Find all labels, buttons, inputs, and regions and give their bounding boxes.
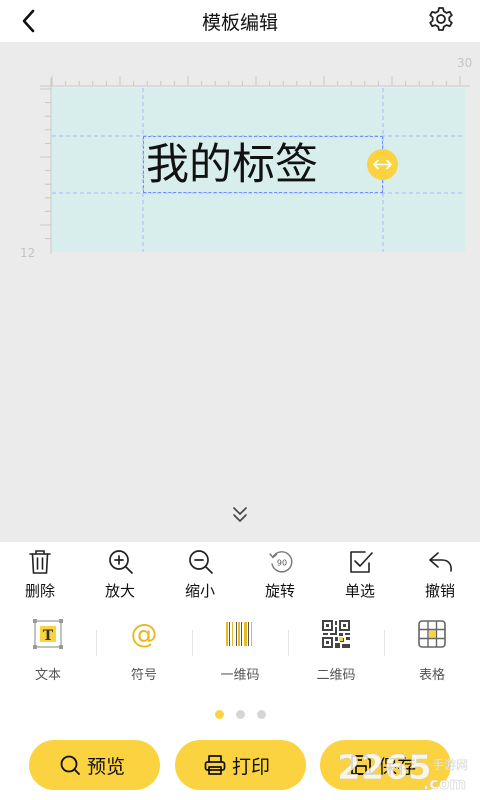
page-dot[interactable] [236, 710, 245, 719]
svg-text:@: @ [131, 619, 158, 649]
delete-label: 删除 [24, 582, 55, 600]
watermark-suffix: .com [423, 774, 466, 793]
symbol-label: 符号 [130, 668, 157, 683]
zoom-in-button[interactable]: 放大 [80, 545, 160, 603]
double-chevron-down-icon [233, 507, 247, 522]
table-icon [418, 620, 446, 648]
gear-icon [429, 7, 453, 31]
page-dot[interactable] [215, 710, 224, 719]
preview-label: 预览 [87, 756, 126, 778]
printer-icon [204, 755, 226, 775]
barcode-label: 一维码 [220, 668, 260, 683]
rotate-badge: 90 [277, 559, 287, 568]
collapse-button[interactable] [228, 504, 252, 526]
text-label: 文本 [34, 668, 61, 683]
print-button[interactable]: 打印 [175, 740, 306, 790]
text-icon: T [33, 619, 63, 649]
rotate-label: 旋转 [264, 582, 295, 600]
editor-canvas[interactable]: 30 12 我的标签 [0, 42, 480, 542]
print-label: 打印 [232, 756, 271, 778]
tools-toolbar: 删除 放大 缩小 90 旋转 单选 撤销 [0, 545, 480, 603]
page-indicator [0, 710, 480, 722]
table-label: 表格 [418, 668, 445, 683]
preview-icon [60, 755, 80, 775]
settings-button[interactable] [425, 3, 457, 35]
single-select-button[interactable]: 单选 [320, 545, 400, 603]
add-symbol-button[interactable]: @ 符号 [96, 612, 192, 688]
rotate-button[interactable]: 90 旋转 [240, 545, 320, 603]
element-palette: T 文本 @ 符号 一维码 二维码 表格 [0, 612, 480, 688]
single-select-label: 单选 [344, 582, 375, 600]
horizontal-arrows-icon [373, 159, 392, 170]
qrcode-label: 二维码 [316, 668, 356, 683]
svg-text:T: T [43, 628, 54, 644]
qrcode-icon [322, 620, 350, 648]
rotate-90-icon: 90 [269, 551, 293, 573]
at-symbol-icon: @ [131, 619, 158, 649]
undo-button[interactable]: 撤销 [400, 545, 480, 603]
checkbox-icon [350, 551, 373, 573]
watermark-brand: 2265 [337, 748, 432, 788]
preview-button[interactable]: 预览 [29, 740, 160, 790]
undo-icon [429, 552, 452, 572]
zoom-in-label: 放大 [104, 582, 135, 600]
add-barcode-button[interactable]: 一维码 [192, 612, 288, 688]
add-table-button[interactable]: 表格 [384, 612, 480, 688]
undo-label: 撤销 [424, 582, 455, 600]
label-text: 我的标签 [146, 140, 318, 190]
site-watermark: 2265 .com 手游网 [337, 748, 468, 794]
zoom-out-icon [189, 550, 213, 574]
watermark-tagline: 手游网 [432, 758, 468, 772]
zoom-out-button[interactable]: 缩小 [160, 545, 240, 603]
resize-handle[interactable] [367, 149, 398, 180]
zoom-in-icon [109, 550, 133, 574]
delete-button[interactable]: 删除 [0, 545, 80, 603]
trash-icon [29, 550, 51, 574]
add-text-button[interactable]: T 文本 [0, 612, 96, 688]
add-qrcode-button[interactable]: 二维码 [288, 612, 384, 688]
page-dot[interactable] [257, 710, 266, 719]
page-title: 模板编辑 [201, 12, 278, 34]
barcode-icon [226, 622, 252, 646]
zoom-out-label: 缩小 [184, 582, 215, 600]
selected-text-element[interactable]: 我的标签 [143, 136, 383, 193]
app-header: 模板编辑 [0, 0, 480, 42]
